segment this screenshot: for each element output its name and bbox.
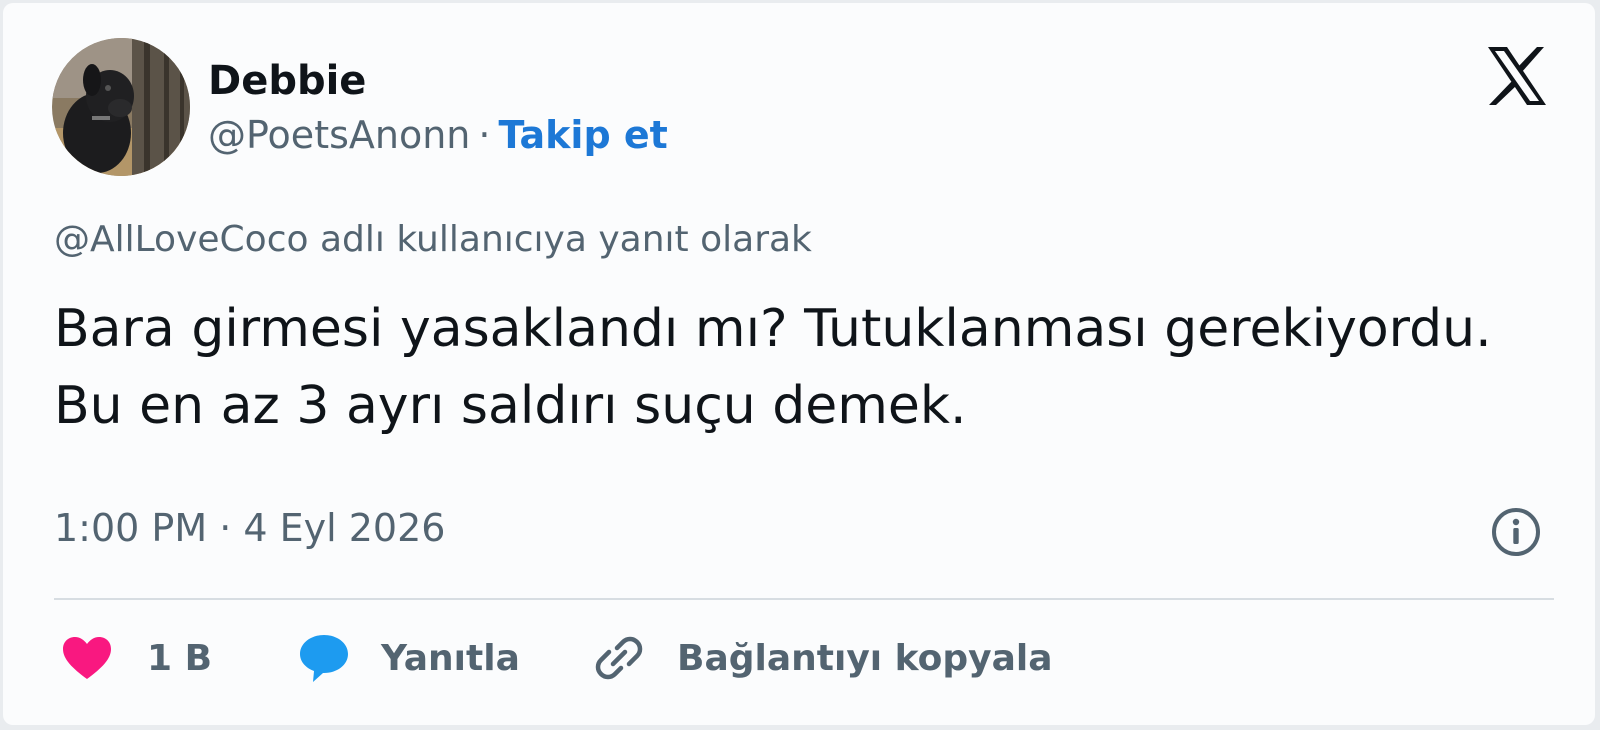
avatar[interactable] [52,38,190,176]
info-icon[interactable] [1490,506,1542,558]
reply-context[interactable]: @AllLoveCoco adlı kullanıcıya yanıt olar… [54,219,812,260]
reply-button[interactable]: Yanıtla [299,630,520,686]
tweet-text: Bara girmesi yasaklandı mı? Tutuklanması… [54,299,1492,436]
author-handle[interactable]: @PoetsAnonn [208,113,470,157]
copy-link-button[interactable]: Bağlantıyı kopyala [595,630,1053,686]
follow-button[interactable]: Takip et [498,113,667,157]
author-handle-row: @PoetsAnonn · Takip et [208,113,668,157]
tweet-card: Debbie @PoetsAnonn · Takip et @AllLoveCoco… [3,3,1595,725]
author-name[interactable]: Debbie [208,58,366,104]
link-icon [595,634,643,682]
like-button[interactable]: 1 B [62,630,212,686]
like-count: 1 B [147,637,213,679]
speech-bubble-icon [299,633,349,683]
x-logo-icon[interactable] [1486,46,1548,106]
heart-icon [62,636,112,680]
copy-link-label: Bağlantıyı kopyala [677,637,1053,679]
divider [54,598,1554,600]
reply-label: Yanıtla [381,637,520,679]
tweet-timestamp[interactable]: 1:00 PM · 4 Eyl 2026 [54,506,445,550]
separator-dot: · [478,113,491,157]
